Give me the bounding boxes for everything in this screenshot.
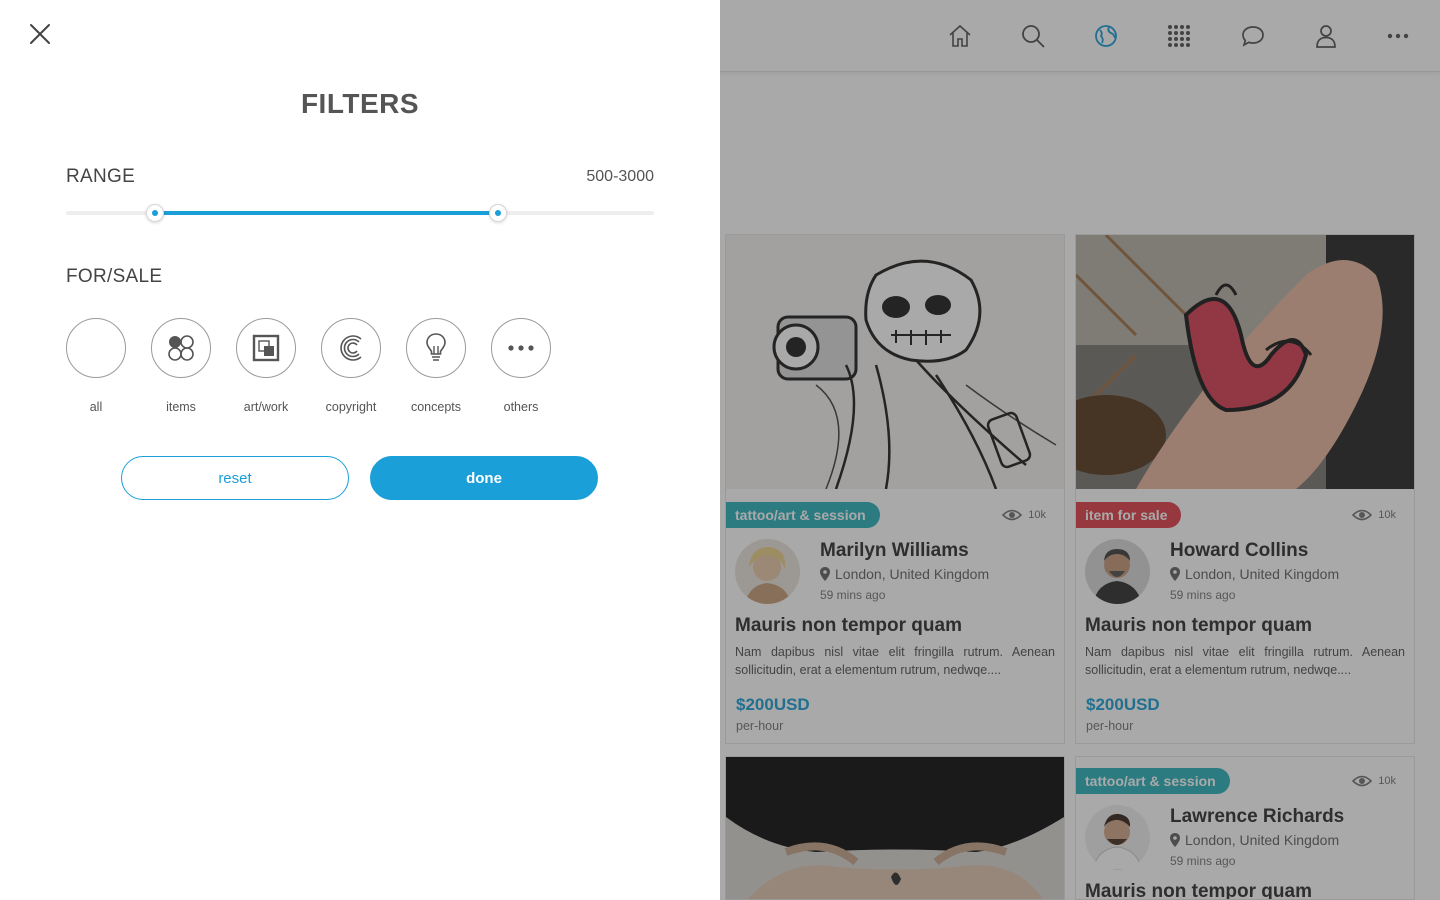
category-option-items[interactable]: items <box>138 318 224 414</box>
done-button[interactable]: done <box>370 456 598 500</box>
modal-overlay[interactable] <box>720 0 1440 900</box>
category-label: all <box>89 400 103 414</box>
category-option-circle[interactable] <box>321 318 381 378</box>
copyright-icon <box>340 335 362 361</box>
category-option-others[interactable]: others <box>478 318 564 414</box>
panel-title: FILTERS <box>300 88 420 119</box>
category-label: concepts <box>410 400 462 414</box>
more-dots-icon <box>508 345 534 351</box>
items-icon <box>168 335 194 361</box>
artwork-icon <box>252 334 280 362</box>
category-option-circle[interactable] <box>406 318 466 378</box>
category-option-artwork[interactable]: art/work <box>223 318 309 414</box>
close-icon <box>30 24 50 44</box>
category-option-copyright[interactable]: copyright <box>308 318 394 414</box>
for-all-icon <box>86 337 106 360</box>
category-label: art/work <box>243 400 289 414</box>
category-label: items <box>166 400 196 414</box>
category-option-concepts[interactable]: concepts <box>393 318 479 414</box>
category-option-all[interactable]: all <box>53 318 139 414</box>
range-slider-fill <box>155 211 499 215</box>
category-label: others <box>503 400 539 414</box>
reset-button[interactable]: reset <box>121 456 349 500</box>
filter-panel: FILTERS RANGE 500-3000 FOR/SALE all item… <box>0 0 720 900</box>
range-max-handle[interactable] <box>489 204 508 222</box>
category-option-circle[interactable] <box>491 318 551 378</box>
category-option-circle[interactable] <box>236 318 296 378</box>
category-label: copyright <box>325 400 377 414</box>
range-label: RANGE <box>66 166 136 187</box>
for-sale-label: FOR/SALE <box>66 266 163 287</box>
range-min-handle[interactable] <box>146 204 165 222</box>
category-option-circle[interactable] <box>66 318 126 378</box>
close-button[interactable] <box>26 20 54 48</box>
range-value: 500-3000 <box>586 168 654 185</box>
category-option-circle[interactable] <box>151 318 211 378</box>
lightbulb-icon <box>426 333 446 361</box>
